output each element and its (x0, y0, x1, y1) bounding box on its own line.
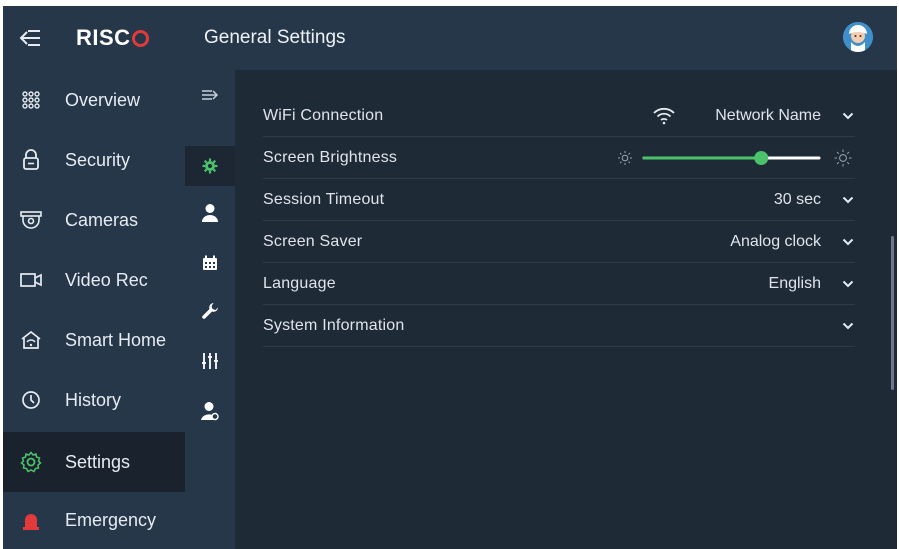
row-label: Language (263, 274, 336, 292)
system-information-row[interactable]: System Information (263, 305, 855, 347)
sidebar-item-smart-home[interactable]: Smart Home (3, 310, 185, 370)
settings-panel: WiFi Connection Network Name Screen Brig… (235, 70, 897, 549)
camera-icon (20, 209, 42, 231)
sidebar-item-label: History (65, 389, 122, 410)
home-icon (20, 329, 42, 351)
sidebar-item-label: Cameras (65, 209, 139, 230)
language-row[interactable]: Language English (263, 263, 855, 305)
wrench-icon (202, 303, 218, 319)
language-value: English (768, 274, 821, 292)
sidebar-item-label: Security (65, 149, 131, 170)
screen-saver-value: Analog clock (730, 232, 821, 250)
video-icon (20, 269, 42, 291)
user-avatar[interactable] (843, 22, 873, 52)
sidebar-item-security[interactable]: Security (3, 130, 185, 190)
logo-row: RISC (3, 6, 185, 70)
sun-high-icon (834, 149, 852, 166)
tab-users[interactable] (185, 194, 235, 232)
tab-user-profile[interactable] (185, 392, 235, 430)
sidebar-item-history[interactable]: History (3, 370, 185, 430)
arrow-left-menu-icon (19, 30, 40, 46)
sidebar-item-overview[interactable]: Overview (3, 70, 185, 130)
scrollbar[interactable] (891, 236, 894, 390)
session-timeout-value: 30 sec (773, 190, 821, 208)
sidebar-item-cameras[interactable]: Cameras (3, 190, 185, 250)
tab-advanced[interactable] (185, 342, 235, 380)
row-label: Screen Saver (263, 232, 363, 250)
page-title: General Settings (204, 27, 346, 48)
chevron-down-icon[interactable] (841, 235, 855, 249)
brightness-slider[interactable] (617, 148, 855, 168)
row-label: Session Timeout (263, 190, 385, 208)
user-icon (202, 204, 218, 222)
tab-general-settings[interactable] (185, 146, 235, 186)
header: General Settings (185, 6, 897, 70)
slider-thumb[interactable] (754, 150, 769, 165)
wifi-icon (653, 107, 675, 124)
sidebar-item-label: Video Rec (65, 269, 148, 290)
row-label: Screen Brightness (263, 148, 398, 166)
chevron-down-icon[interactable] (841, 319, 855, 333)
expand-rail-button[interactable] (185, 76, 235, 114)
settings-category-rail (185, 70, 235, 549)
siren-icon (20, 510, 42, 532)
user-settings-icon (201, 402, 219, 421)
app-window: RISC Overview Security Cameras Video Rec… (3, 6, 897, 549)
gear-icon (20, 451, 42, 473)
sidebar-item-label: Settings (65, 451, 131, 472)
sliders-icon (202, 353, 218, 369)
avatar-icon (843, 22, 873, 52)
gear-icon (202, 158, 218, 174)
wifi-connection-row[interactable]: WiFi Connection Network Name (263, 95, 855, 137)
logo-o-mark (131, 29, 149, 47)
tab-maintenance[interactable] (185, 292, 235, 330)
sidebar-item-label: Overview (65, 89, 141, 110)
logo-text: RISC (76, 25, 131, 50)
history-icon (20, 389, 42, 411)
grid-icon (20, 89, 42, 111)
sidebar-item-video-rec[interactable]: Video Rec (3, 250, 185, 310)
wifi-network-value: Network Name (715, 106, 821, 124)
tab-schedule[interactable] (185, 244, 235, 282)
screen-saver-row[interactable]: Screen Saver Analog clock (263, 221, 855, 263)
collapse-menu-button[interactable] (17, 26, 43, 50)
sidebar: RISC Overview Security Cameras Video Rec… (3, 6, 185, 549)
lock-icon (20, 149, 42, 171)
calendar-icon (203, 255, 217, 270)
row-label: System Information (263, 316, 405, 334)
screen-brightness-row: Screen Brightness (263, 137, 855, 179)
chevron-down-icon[interactable] (841, 193, 855, 207)
sidebar-item-label: Smart Home (65, 329, 167, 350)
sidebar-item-emergency[interactable]: Emergency (3, 492, 185, 549)
chevron-down-icon[interactable] (841, 109, 855, 123)
sidebar-item-label: Emergency (65, 510, 157, 530)
row-label: WiFi Connection (263, 106, 384, 124)
session-timeout-row[interactable]: Session Timeout 30 sec (263, 179, 855, 221)
chevron-down-icon[interactable] (841, 277, 855, 291)
sidebar-item-settings[interactable]: Settings (3, 432, 185, 492)
risco-logo: RISC (76, 25, 149, 51)
sun-low-icon (618, 150, 632, 165)
arrow-right-menu-icon (202, 90, 219, 100)
